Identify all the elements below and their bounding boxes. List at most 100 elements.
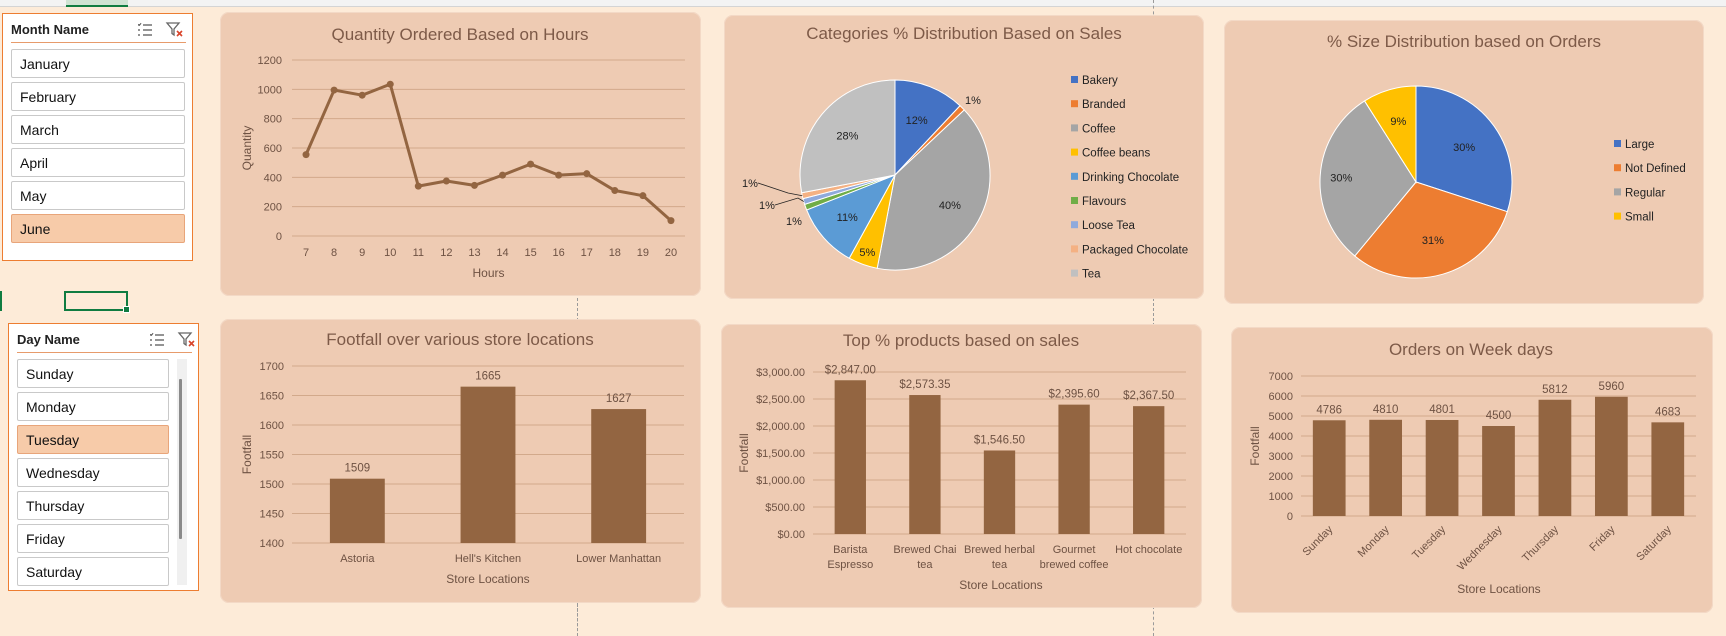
data-point [414,182,422,190]
day-slicer-item-saturday[interactable]: Saturday [17,557,169,586]
data-point [555,171,563,179]
multi-select-icon[interactable] [135,20,155,40]
clear-filter-icon[interactable] [177,330,197,350]
panel-footfall[interactable]: Footfall over various store locations 140… [220,319,701,603]
x-tick-label: 14 [496,247,508,259]
chart-title: Quantity Ordered Based on Hours [331,25,588,44]
y-tick-label: 4000 [1269,431,1293,443]
legend-swatch [1071,221,1078,229]
x-tick-label: Tuesday [1410,523,1448,561]
x-tick-label: Barista [833,544,868,556]
month-slicer[interactable]: Month Name January February March April May J… [2,13,193,261]
legend-label: Not Defined [1625,163,1686,175]
y-tick-label: 0 [276,231,282,243]
bar [329,478,385,543]
products-bar-chart: Top % products based on sales $0.00 $500.0… [737,331,1186,592]
data-point [583,170,591,178]
x-tick-label: 9 [359,247,365,259]
data-point [639,192,647,200]
legend-label: Drinking Chocolate [1082,172,1179,184]
day-slicer-item-monday[interactable]: Monday [17,392,169,421]
x-tick-label: 17 [581,247,593,259]
y-axis-label: Footfall [240,435,254,474]
x-tick-label: Brewed herbal [964,544,1035,556]
legend-label: Flavours [1082,196,1126,208]
legend-label: Branded [1082,99,1125,111]
categories-pie-chart: Categories % Distribution Based on Sales… [742,24,1188,281]
chart-title: Orders on Week days [1389,340,1553,359]
data-label: $2,847.00 [825,364,876,376]
slice-label: 30% [1453,142,1475,154]
month-slicer-item-february[interactable]: February [11,82,185,111]
bar [1651,422,1685,516]
x-tick-label: Lower Manhattan [576,553,661,565]
leader-line [774,197,804,206]
bar [1369,419,1403,516]
day-slicer[interactable]: Day Name Sunday Monday Tuesday Wednesday Thu… [8,323,199,591]
slice-label: 9% [1390,116,1406,128]
x-tick-label: tea [992,559,1008,571]
legend-swatch [1071,269,1078,277]
x-tick-label: Monday [1356,523,1393,560]
column-header-strip[interactable] [0,0,1726,7]
panel-hours[interactable]: Quantity Ordered Based on Hours 0 200 400 60… [220,12,701,296]
scrollbar-thumb[interactable] [179,379,182,539]
panel-size[interactable]: % Size Distribution based on Orders 30% La… [1224,20,1704,304]
x-tick-label: 19 [637,247,649,259]
y-tick-label: 1650 [260,391,284,403]
y-tick-label: 1200 [258,55,282,67]
chart-title: % Size Distribution based on Orders [1327,32,1601,51]
legend-swatch [1614,164,1621,172]
month-slicer-item-june[interactable]: June [11,214,185,243]
y-tick-label: 7000 [1269,371,1293,383]
x-tick-label: Hot chocolate [1115,544,1182,556]
active-cell[interactable] [64,291,130,313]
day-slicer-item-wednesday[interactable]: Wednesday [17,458,169,487]
data-label: 1665 [475,371,501,383]
y-tick-label: 800 [264,114,282,126]
day-slicer-item-friday[interactable]: Friday [17,524,169,553]
multi-select-icon[interactable] [147,330,167,350]
panel-weekdays[interactable]: Orders on Week days 0 1000 2000 3000 4000 5000… [1231,327,1713,613]
legend-swatch [1071,172,1078,180]
y-axis-label: Footfall [737,433,751,472]
x-axis-label: Hours [472,266,504,280]
x-tick-label: Sunday [1300,523,1335,558]
legend-swatch [1071,245,1078,253]
y-tick-label: $2,000.00 [756,421,805,433]
day-slicer-scrollbar[interactable] [177,359,187,585]
x-tick-label: 15 [524,247,536,259]
slice-label: 1% [759,200,775,212]
x-tick-label: Espresso [827,559,873,571]
panel-categories[interactable]: Categories % Distribution Based on Sales… [724,15,1204,299]
hours-line-chart: Quantity Ordered Based on Hours 0 200 400 60… [240,25,685,280]
month-slicer-item-january[interactable]: January [11,49,185,78]
day-slicer-item-sunday[interactable]: Sunday [17,359,169,388]
panel-products[interactable]: Top % products based on sales $0.00 $500.0… [721,324,1202,608]
legend-swatch [1614,188,1621,196]
month-slicer-item-april[interactable]: April [11,148,185,177]
x-tick-label: 12 [440,247,452,259]
y-tick-label: 1600 [260,420,284,432]
legend-swatch [1614,212,1621,220]
chart-title: Top % products based on sales [843,331,1079,350]
y-tick-label: 1700 [260,361,284,373]
row-header-marker [0,291,2,311]
day-slicer-item-tuesday[interactable]: Tuesday [17,425,169,454]
day-slicer-item-thursday[interactable]: Thursday [17,491,169,520]
x-tick-label: 8 [331,247,337,259]
data-label: 5960 [1599,381,1625,393]
day-slicer-header: Day Name [17,328,195,353]
y-tick-label: 1550 [260,450,284,462]
x-axis-label: Store Locations [446,572,529,586]
legend-swatch [1071,197,1078,204]
slice-label: 5% [859,247,875,259]
month-slicer-item-march[interactable]: March [11,115,185,144]
data-label: 4810 [1373,404,1399,416]
x-tick-label: 18 [609,247,621,259]
month-slicer-item-may[interactable]: May [11,181,185,210]
bar [460,386,516,543]
selected-column-header[interactable] [66,0,128,7]
clear-filter-icon[interactable] [165,20,185,40]
slice-label: 1% [742,178,758,190]
